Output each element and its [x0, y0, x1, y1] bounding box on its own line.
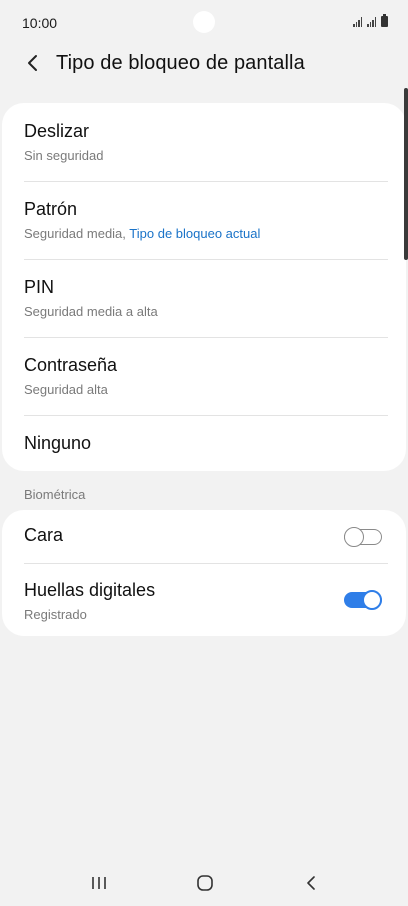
home-icon [197, 875, 213, 891]
lock-option-pin[interactable]: PIN Seguridad media a alta [2, 259, 406, 337]
back-icon [307, 876, 315, 890]
option-title: Contraseña [24, 355, 118, 375]
option-title: PIN [24, 277, 55, 297]
option-subtitle-text: Seguridad media, [24, 226, 126, 241]
section-label-biometrics: Biométrica [24, 487, 86, 502]
lock-option-patron[interactable]: Patrón Seguridad media, Tipo de bloqueo … [2, 181, 406, 259]
option-title: Huellas digitales [24, 580, 156, 600]
status-time: 10:00 [22, 15, 58, 31]
app-header: Tipo de bloqueo de pantalla [0, 44, 408, 84]
biometrics-card: Cara Huellas digitales Registrado [2, 510, 406, 636]
option-title: Deslizar [24, 121, 90, 141]
scrollbar[interactable] [404, 88, 408, 260]
status-bar: 10:00 [0, 0, 408, 44]
option-subtitle: Seguridad media, Tipo de bloqueo actual [24, 226, 260, 241]
option-title: Patrón [24, 199, 78, 219]
biometric-face-row[interactable]: Cara [2, 510, 406, 564]
fingerprint-toggle[interactable] [344, 590, 382, 610]
page-title: Tipo de bloqueo de pantalla [56, 52, 305, 74]
lock-option-ninguno[interactable]: Ninguno [2, 415, 406, 471]
navigation-bar [0, 858, 408, 906]
face-toggle[interactable] [344, 527, 382, 547]
screen: 10:00 Tipo de bloqueo de pantalla Desliz… [0, 0, 408, 906]
signal-icon-2 [367, 17, 376, 27]
front-camera [193, 11, 215, 33]
option-subtitle: Sin seguridad [24, 148, 104, 163]
option-subtitle: Seguridad alta [24, 382, 108, 397]
lock-option-deslizar[interactable]: Deslizar Sin seguridad [2, 103, 406, 181]
option-title: Ninguno [24, 433, 92, 453]
current-lock-type-label: Tipo de bloqueo actual [129, 226, 261, 241]
option-subtitle: Registrado [24, 607, 87, 622]
nav-back-button[interactable] [296, 872, 326, 894]
toggle-thumb [362, 590, 382, 610]
recent-apps-icon [92, 877, 106, 889]
option-subtitle: Seguridad media a alta [24, 304, 158, 319]
status-icons [353, 14, 388, 27]
lock-options-card: Deslizar Sin seguridad Patrón Seguridad … [2, 103, 406, 471]
toggle-thumb [344, 527, 364, 547]
signal-icon [353, 17, 362, 27]
back-button[interactable] [20, 50, 46, 76]
battery-icon [381, 14, 388, 27]
option-title: Cara [24, 525, 64, 545]
biometric-fingerprint-row[interactable]: Huellas digitales Registrado [2, 564, 406, 636]
recent-apps-button[interactable] [84, 872, 114, 894]
lock-option-contrasena[interactable]: Contraseña Seguridad alta [2, 337, 406, 415]
home-button[interactable] [190, 872, 220, 894]
chevron-left-icon [28, 55, 37, 71]
